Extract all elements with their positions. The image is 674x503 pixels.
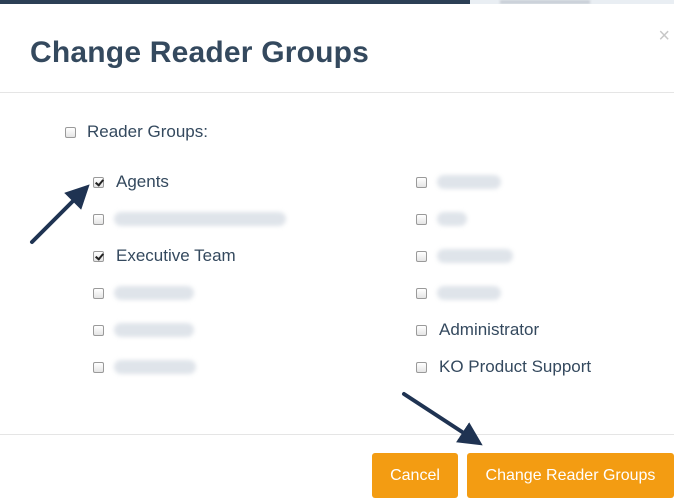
group-checkbox-agents[interactable] bbox=[93, 177, 104, 188]
group-label-redacted bbox=[437, 286, 501, 300]
group-label-administrator: Administrator bbox=[439, 320, 540, 339]
group-label-redacted bbox=[114, 212, 286, 226]
modal-footer: Cancel Change Reader Groups bbox=[0, 434, 674, 503]
group-checkbox-hidden-5[interactable] bbox=[416, 177, 427, 188]
group-label-redacted bbox=[114, 286, 194, 300]
reader-groups-label: Reader Groups: bbox=[87, 122, 208, 141]
group-label-executive-team: Executive Team bbox=[116, 246, 236, 265]
group-checkbox-ko-product-support[interactable] bbox=[416, 362, 427, 373]
group-checkbox-hidden-2[interactable] bbox=[93, 288, 104, 299]
group-label-redacted bbox=[114, 360, 196, 374]
group-checkbox-hidden-1[interactable] bbox=[93, 214, 104, 225]
group-label-ko-product-support: KO Product Support bbox=[439, 357, 592, 376]
group-checkbox-hidden-4[interactable] bbox=[93, 362, 104, 373]
modal-header: Change Reader Groups × bbox=[0, 4, 674, 93]
group-label-redacted bbox=[114, 323, 194, 337]
group-checkbox-hidden-3[interactable] bbox=[93, 325, 104, 336]
cancel-button[interactable]: Cancel bbox=[372, 453, 458, 498]
reader-groups-select-all-checkbox[interactable] bbox=[65, 127, 76, 138]
group-label-redacted bbox=[437, 249, 513, 263]
group-checkbox-hidden-7[interactable] bbox=[416, 251, 427, 262]
change-reader-groups-modal: Change Reader Groups × Reader Groups: Ag… bbox=[0, 4, 674, 502]
group-label-redacted bbox=[437, 175, 501, 189]
group-checkbox-administrator[interactable] bbox=[416, 325, 427, 336]
modal-title: Change Reader Groups bbox=[30, 36, 370, 69]
group-label-agents: Agents bbox=[116, 172, 169, 191]
group-checkbox-hidden-8[interactable] bbox=[416, 288, 427, 299]
group-checkbox-hidden-6[interactable] bbox=[416, 214, 427, 225]
group-checkbox-executive-team[interactable] bbox=[93, 251, 104, 262]
change-reader-groups-button[interactable]: Change Reader Groups bbox=[467, 453, 674, 498]
group-label-redacted bbox=[437, 212, 467, 226]
close-icon[interactable]: × bbox=[658, 26, 670, 46]
